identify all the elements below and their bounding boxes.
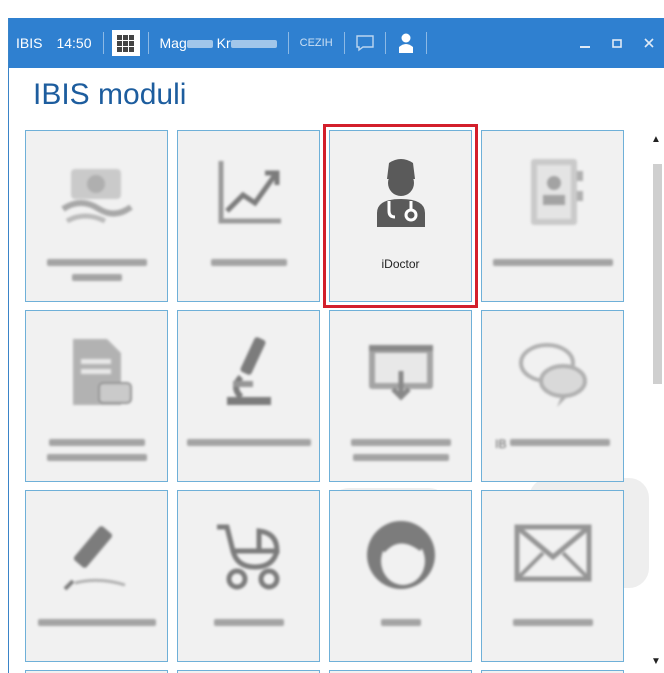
tile-label xyxy=(184,617,314,647)
tile-label xyxy=(184,257,314,287)
module-tile[interactable] xyxy=(481,490,624,662)
redacted-text xyxy=(46,454,147,461)
redacted-text xyxy=(37,619,156,626)
tile-label xyxy=(184,437,314,467)
module-tile[interactable] xyxy=(25,130,168,302)
redacted-text xyxy=(509,439,610,446)
stroller-icon xyxy=(207,511,291,595)
redacted-text xyxy=(350,439,451,446)
page-title: IBIS moduli xyxy=(33,78,187,111)
tile-label xyxy=(336,437,466,467)
redacted-text xyxy=(512,619,593,626)
ibis-window: IBIS 14:50 Mag Kr CEZIH IBIS moduli iDoc… xyxy=(8,18,664,673)
redacted-text xyxy=(186,439,311,446)
tile-label xyxy=(336,617,466,647)
chat-button[interactable] xyxy=(349,18,381,68)
module-tile[interactable] xyxy=(177,310,320,482)
user-initial: Kr xyxy=(216,35,231,51)
minimize-button[interactable] xyxy=(569,18,601,68)
redacted-text xyxy=(186,40,213,49)
separator xyxy=(287,32,289,54)
redacted-text xyxy=(352,454,449,461)
close-icon xyxy=(644,38,654,48)
redacted-text xyxy=(210,259,287,266)
envelope-icon xyxy=(511,511,595,595)
module-tile[interactable] xyxy=(329,490,472,662)
title-bar: IBIS 14:50 Mag Kr CEZIH xyxy=(9,18,664,68)
tile-label xyxy=(32,617,162,647)
user-name[interactable]: Mag Kr xyxy=(153,35,284,51)
module-tile[interactable]: IB xyxy=(481,310,624,482)
close-button[interactable] xyxy=(633,18,664,68)
tile-label: IB xyxy=(488,437,618,467)
chart-icon xyxy=(207,151,291,235)
vertical-scrollbar[interactable]: ▲ ▼ xyxy=(647,130,664,670)
doctor-icon xyxy=(359,151,443,235)
clock: 14:50 xyxy=(56,35,92,51)
redacted-text xyxy=(230,40,277,49)
module-tile[interactable] xyxy=(25,310,168,482)
address-book-icon xyxy=(511,151,595,235)
tile-label xyxy=(32,437,162,467)
separator xyxy=(343,32,345,54)
module-tile[interactable] xyxy=(177,130,320,302)
tile-label xyxy=(488,257,618,287)
redacted-text xyxy=(46,259,147,266)
redacted-text xyxy=(213,619,284,626)
apps-grid-icon xyxy=(117,34,135,52)
user-name-visible: Mag xyxy=(159,35,187,51)
module-tile[interactable] xyxy=(329,310,472,482)
module-tile[interactable] xyxy=(177,490,320,662)
syringe-icon xyxy=(55,511,139,595)
screen-icon xyxy=(359,331,443,415)
cezih-status[interactable]: CEZIH xyxy=(293,37,340,49)
apps-grid-button[interactable] xyxy=(111,30,140,56)
minimize-icon xyxy=(580,46,590,48)
separator xyxy=(425,32,427,54)
scroll-down-arrow-icon[interactable]: ▼ xyxy=(647,652,664,670)
tile-label xyxy=(488,617,618,647)
scroll-thumb[interactable] xyxy=(653,164,662,384)
person-icon xyxy=(359,511,443,595)
redacted-text xyxy=(380,619,421,626)
maximize-button[interactable] xyxy=(601,18,633,68)
redacted-text xyxy=(71,274,122,281)
tile-label: iDoctor xyxy=(381,257,420,271)
user-button[interactable] xyxy=(390,18,422,68)
document-icon xyxy=(55,331,139,415)
tile-label xyxy=(32,257,162,287)
microscope-icon xyxy=(207,331,291,415)
module-tile-idoctor[interactable]: iDoctor xyxy=(323,124,478,308)
tile-label-prefix: IB xyxy=(495,437,507,451)
user-icon xyxy=(398,33,413,53)
module-tile[interactable] xyxy=(25,490,168,662)
module-tile[interactable] xyxy=(481,130,624,302)
app-name: IBIS xyxy=(16,35,43,51)
maximize-icon xyxy=(612,39,622,48)
separator xyxy=(384,32,386,54)
chat-bubbles-icon xyxy=(511,331,595,415)
chat-icon xyxy=(355,35,374,52)
money-icon xyxy=(55,151,139,235)
separator xyxy=(102,32,104,54)
redacted-text xyxy=(492,259,613,266)
redacted-text xyxy=(48,439,145,446)
separator xyxy=(147,32,149,54)
scroll-up-arrow-icon[interactable]: ▲ xyxy=(647,130,664,148)
